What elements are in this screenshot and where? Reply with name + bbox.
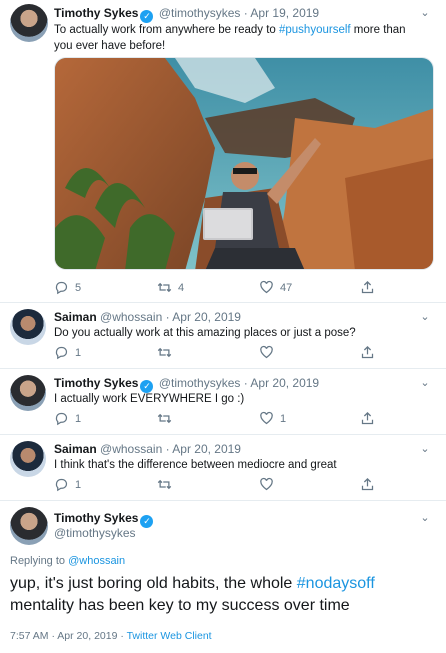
share-button[interactable]	[360, 477, 375, 492]
share-icon	[361, 411, 374, 425]
reply-count: 1	[75, 412, 82, 425]
retweet-button[interactable]	[157, 477, 178, 492]
avatar-saiman[interactable]	[10, 441, 46, 477]
tweet-text: To actually work from anywhere be ready …	[54, 24, 406, 52]
like-icon	[260, 280, 273, 294]
author-handle[interactable]: @whossain	[100, 310, 162, 324]
tweet-actions: 1 1	[54, 411, 384, 429]
client-link[interactable]: Twitter Web Client	[127, 630, 212, 642]
tweet-date[interactable]: Apr 19, 2019	[250, 6, 319, 20]
retweet-count: 4	[178, 281, 185, 294]
reply-icon	[55, 412, 68, 426]
reply-icon	[55, 281, 68, 295]
caret-down-icon[interactable]: ⌄	[418, 310, 432, 324]
tweet-4[interactable]: Saiman @whossain · Apr 20, 2019 ⌄ I thin…	[0, 435, 446, 499]
avatar-timothy[interactable]	[10, 4, 48, 42]
retweet-button[interactable]	[157, 411, 178, 426]
tweet-header: Timothy Sykes ✓ @timothysykes · Apr 19, 2…	[54, 6, 320, 23]
tweet-date[interactable]: Apr 20, 2019	[57, 630, 117, 642]
replying-to: Replying to @whossain	[10, 555, 126, 567]
avatar-timothy[interactable]	[10, 507, 48, 545]
author-handle[interactable]: @timothysykes	[159, 6, 241, 20]
reply-button[interactable]: 5	[54, 280, 81, 295]
avatar-timothy[interactable]	[10, 375, 46, 411]
caret-down-icon[interactable]: ⌄	[418, 6, 432, 20]
share-icon	[361, 280, 374, 294]
tweet-actions: 5 4 47	[54, 280, 384, 298]
reply-icon	[55, 346, 68, 360]
retweet-icon	[157, 282, 172, 293]
reply-count: 1	[75, 346, 82, 359]
reply-count: 1	[75, 478, 82, 491]
hashtag-link[interactable]: #nodaysoff	[297, 575, 375, 592]
like-icon	[260, 411, 273, 425]
share-button[interactable]	[360, 345, 375, 360]
caret-down-icon[interactable]: ⌄	[418, 511, 432, 525]
reply-button[interactable]: 1	[54, 477, 81, 492]
author-handle[interactable]: @timothysykes	[54, 526, 136, 540]
hashtag-link[interactable]: #pushyourself	[279, 24, 351, 36]
focused-tweet-text: yup, it's just boring old habits, the wh…	[10, 575, 375, 614]
like-icon	[260, 345, 273, 359]
retweet-button[interactable]	[157, 345, 178, 360]
tweet-header: Saiman @whossain · Apr 20, 2019	[54, 310, 241, 324]
tweet-3[interactable]: Timothy Sykes ✓ @timothysykes · Apr 20, 2…	[0, 369, 446, 433]
like-icon	[260, 477, 273, 491]
like-button[interactable]	[259, 477, 280, 492]
reply-button[interactable]: 1	[54, 411, 81, 426]
retweet-icon	[157, 413, 172, 424]
avatar-saiman[interactable]	[10, 309, 46, 345]
share-button[interactable]	[360, 411, 375, 426]
author-name[interactable]: Timothy Sykes	[54, 511, 138, 525]
reply-button[interactable]: 1	[54, 345, 81, 360]
share-icon	[361, 477, 374, 491]
tweet-text: Do you actually work at this amazing pla…	[54, 327, 356, 339]
tweet-text: I think that's the difference between me…	[54, 459, 337, 471]
tweet-date[interactable]: Apr 20, 2019	[250, 376, 319, 390]
like-button[interactable]	[259, 345, 280, 360]
author-name[interactable]: Saiman	[54, 310, 97, 324]
tweet-timestamp-row: 7:57 AM · Apr 20, 2019 · Twitter Web Cli…	[10, 630, 212, 642]
like-count: 1	[280, 412, 287, 425]
tweet-date[interactable]: Apr 20, 2019	[172, 442, 241, 456]
tweet-photo[interactable]	[54, 57, 434, 270]
retweet-icon	[157, 479, 172, 490]
like-button[interactable]: 47	[259, 280, 292, 295]
like-button[interactable]: 1	[259, 411, 286, 426]
author-name[interactable]: Timothy Sykes	[54, 376, 138, 390]
author-name[interactable]: Timothy Sykes	[54, 6, 138, 20]
retweet-icon	[157, 347, 172, 358]
author-name[interactable]: Saiman	[54, 442, 97, 456]
like-count: 47	[280, 281, 293, 294]
reply-icon	[55, 478, 68, 492]
author-handle[interactable]: @timothysykes	[159, 376, 241, 390]
caret-down-icon[interactable]: ⌄	[418, 376, 432, 390]
retweet-button[interactable]: 4	[157, 280, 184, 295]
author-handle[interactable]: @whossain	[100, 442, 162, 456]
verified-icon: ✓	[140, 515, 154, 528]
tweet-header: Saiman @whossain · Apr 20, 2019	[54, 442, 241, 456]
share-button[interactable]	[360, 280, 375, 295]
tweet-text: I actually work EVERYWHERE I go :)	[54, 393, 245, 405]
tweet-time[interactable]: 7:57 AM	[10, 630, 49, 642]
tweet-1[interactable]: Timothy Sykes ✓ @timothysykes · Apr 19, 2…	[0, 0, 446, 300]
share-icon	[361, 345, 374, 359]
tweet-actions: 1	[54, 345, 384, 363]
tweet-date[interactable]: Apr 20, 2019	[172, 310, 241, 324]
replying-handle-link[interactable]: @whossain	[68, 555, 125, 567]
reply-count: 5	[75, 281, 82, 294]
caret-down-icon[interactable]: ⌄	[418, 442, 432, 456]
tweet-actions: 1	[54, 477, 384, 495]
tweet-2[interactable]: Saiman @whossain · Apr 20, 2019 ⌄ Do you…	[0, 303, 446, 367]
